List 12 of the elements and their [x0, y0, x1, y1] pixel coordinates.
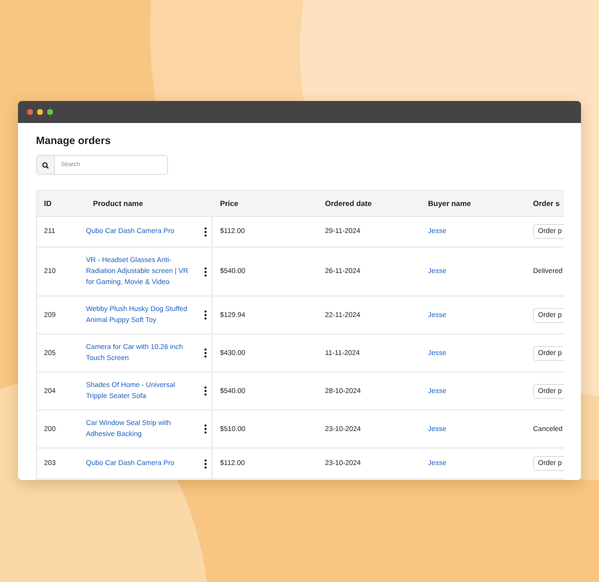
more-options-icon[interactable]: [204, 348, 207, 358]
more-options-icon[interactable]: [204, 226, 207, 236]
more-options-icon[interactable]: [204, 386, 207, 396]
close-icon[interactable]: [27, 109, 33, 115]
maximize-icon[interactable]: [47, 109, 53, 115]
search-icon: [42, 162, 49, 168]
more-options-icon[interactable]: [204, 458, 207, 468]
more-options-icon[interactable]: [204, 266, 207, 276]
page-title: Manage orders: [36, 135, 112, 147]
more-options-icon[interactable]: [204, 424, 207, 434]
minimize-icon[interactable]: [37, 109, 43, 115]
more-options-icon[interactable]: [204, 310, 207, 320]
